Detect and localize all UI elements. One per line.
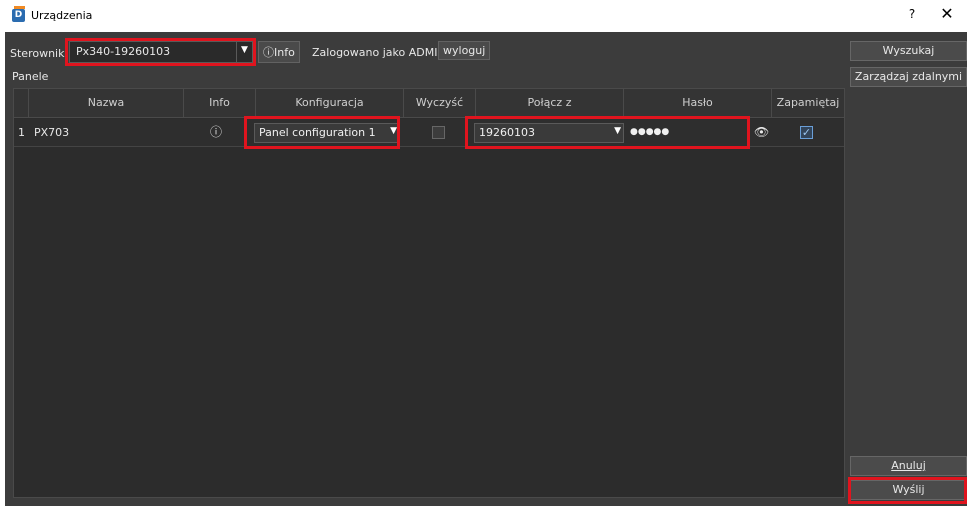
cancel-button[interactable]: Anuluj xyxy=(850,456,967,476)
remember-checkbox[interactable]: ✓ xyxy=(800,126,813,139)
controller-label: Sterownik: xyxy=(10,47,69,60)
send-highlight xyxy=(848,477,967,504)
column-header-clear[interactable]: Wyczyść xyxy=(404,89,476,118)
column-header-connect-to[interactable]: Połącz z xyxy=(476,89,624,118)
close-icon[interactable]: ✕ xyxy=(938,4,956,23)
window-title: Urządzenia xyxy=(31,9,93,22)
row-number: 1 xyxy=(18,126,25,139)
title-bar: D Urządzenia ? ✕ xyxy=(0,0,967,32)
panels-table: Nazwa Info Konfiguracja Wyczyść Połącz z… xyxy=(13,88,845,498)
manage-remote-button[interactable]: Zarządzaj zdalnymi xyxy=(850,67,967,87)
info-icon[interactable]: ⓘ xyxy=(210,119,222,147)
column-header-name[interactable]: Nazwa xyxy=(29,89,184,118)
logged-in-text: Zalogowano jako ADMIN xyxy=(312,46,446,59)
eye-icon[interactable]: 👁 xyxy=(754,119,769,147)
clear-checkbox[interactable] xyxy=(432,126,445,139)
info-icon: ⓘ xyxy=(263,46,274,59)
app-icon: D xyxy=(12,6,25,22)
dialog-body: Sterownik: Px340-19260103 ▼ ⓘInfo Zalogo… xyxy=(5,32,967,506)
column-header-password[interactable]: Hasło xyxy=(624,89,772,118)
search-button[interactable]: Wyszukaj xyxy=(850,41,967,61)
row-number-header xyxy=(14,89,29,118)
controller-info-button[interactable]: ⓘInfo xyxy=(258,41,300,63)
table-header: Nazwa Info Konfiguracja Wyczyść Połącz z… xyxy=(14,89,844,118)
panel-name: PX703 xyxy=(34,126,70,139)
column-header-configuration[interactable]: Konfiguracja xyxy=(256,89,404,118)
column-header-remember[interactable]: Zapamiętaj xyxy=(772,89,844,118)
help-button[interactable]: ? xyxy=(905,7,919,21)
connection-highlight xyxy=(465,116,750,149)
controller-info-label: Info xyxy=(274,46,295,59)
panels-label: Panele xyxy=(12,70,49,83)
controller-highlight xyxy=(65,38,256,66)
logout-button[interactable]: wyloguj xyxy=(438,41,491,60)
configuration-highlight xyxy=(244,116,400,149)
column-header-info[interactable]: Info xyxy=(184,89,256,118)
